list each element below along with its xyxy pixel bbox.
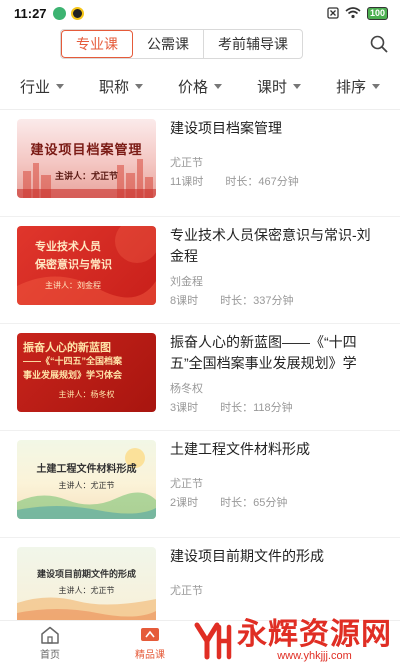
course-meta: 3课时 时长：118分钟: [170, 399, 293, 415]
course-lecturer: 尤正节: [170, 157, 203, 169]
course-duration: 时长：118分钟: [220, 402, 293, 414]
course-lecturer: 刘金程: [170, 276, 203, 288]
course-info: 土建工程文件材料形成 尤正节 2课时 时长：65分钟: [170, 439, 383, 537]
filter-label: 职称: [98, 79, 129, 96]
filter-label: 课时: [256, 79, 287, 96]
course-duration: 时长：65分钟: [220, 497, 288, 509]
course-icon: [141, 628, 159, 641]
thumb-title: 建设项目档案管理: [30, 142, 143, 157]
course-info: 专业技术人员保密意识与常识-刘金程 刘金程 8课时 时长：337分钟: [170, 225, 383, 323]
nav-home-label: 首页: [40, 650, 60, 661]
status-bar: 11:27 100: [0, 0, 400, 26]
thumb-title: ——《“十四五”全国档案: [23, 356, 123, 366]
course-item[interactable]: 土建工程文件材料形成 主讲人：尤正节 土建工程文件材料形成 尤正节 2课时 时长…: [0, 431, 400, 538]
nav-home[interactable]: 首页: [0, 621, 100, 666]
caret-down-icon: [292, 84, 301, 89]
course-thumbnail: 建设项目档案管理 主讲人：尤正节: [17, 119, 156, 198]
caret-down-icon: [56, 84, 65, 89]
filter-label: 行业: [20, 79, 51, 96]
thumb-lecturer: 主讲人：尤正节: [54, 171, 118, 181]
course-title: 专业技术人员保密意识与常识-刘金程: [170, 227, 371, 264]
course-meta: 8课时 时长：337分钟: [170, 292, 293, 308]
watermark-text: 永辉资源网: [237, 618, 392, 651]
course-meta: 11课时 时长：467分钟: [170, 173, 299, 189]
course-lecturer: 尤正节: [170, 585, 203, 597]
course-title: 振奋人心的新蓝图——《“十四五”全国档案事业发展规划》学习…: [170, 334, 357, 371]
course-info: 振奋人心的新蓝图——《“十四五”全国档案事业发展规划》学习… 杨冬权 3课时 时…: [170, 332, 383, 430]
site-watermark: 永辉资源网 www.yhkjjj.com: [193, 620, 392, 662]
filter-hours[interactable]: 课时: [257, 76, 301, 97]
course-item[interactable]: 专业技术人员 保密意识与常识 主讲人：刘金程 专业技术人员保密意识与常识-刘金程…: [0, 217, 400, 324]
course-hours: 8课时: [170, 295, 199, 307]
tab-exam-prep[interactable]: 考前辅导课: [204, 30, 302, 58]
course-thumbnail: 土建工程文件材料形成 主讲人：尤正节: [17, 440, 156, 519]
course-item[interactable]: 建设项目前期文件的形成 主讲人：尤正节 建设项目前期文件的形成 尤正节: [0, 538, 400, 620]
thumb-lecturer: 主讲人：杨冬权: [58, 390, 115, 399]
filter-label: 排序: [335, 79, 366, 96]
thumb-lecturer: 主讲人：尤正节: [58, 481, 115, 490]
nav-courses-label: 精品课: [135, 650, 165, 661]
course-meta: 2课时 时长：65分钟: [170, 494, 287, 510]
thumb-title: 建设项目前期文件的形成: [36, 569, 136, 579]
caret-down-icon: [213, 84, 222, 89]
course-item[interactable]: 建设项目档案管理 主讲人：尤正节 建设项目档案管理 尤正节 11课时 时长：46…: [0, 110, 400, 217]
course-lecturer: 杨冬权: [170, 383, 203, 395]
thumb-title: 振奋人心的新蓝图: [23, 342, 111, 354]
battery-icon: 100: [366, 6, 388, 20]
thumb-lecturer: 主讲人：刘金程: [45, 281, 101, 290]
filter-bar: 行业 职称 价格 课时 排序: [0, 64, 400, 110]
watermark-text-group: 永辉资源网 www.yhkjjj.com: [237, 618, 392, 663]
tab-public[interactable]: 公需课: [133, 30, 204, 58]
search-button[interactable]: [368, 33, 390, 55]
course-duration: 时长：467分钟: [225, 176, 299, 188]
course-thumbnail: 建设项目前期文件的形成 主讲人：尤正节: [17, 547, 156, 620]
watermark-url: www.yhkjjj.com: [277, 650, 352, 662]
thumb-title: 保密意识与常识: [35, 259, 112, 271]
city-skyline-graphic: [17, 159, 156, 198]
course-lecturer: 尤正节: [170, 478, 203, 490]
landscape-graphic: [17, 597, 156, 620]
caret-down-icon: [371, 84, 380, 89]
filter-price[interactable]: 价格: [178, 76, 222, 97]
filter-label: 价格: [177, 79, 208, 96]
filter-sort[interactable]: 排序: [336, 76, 380, 97]
category-tabs: 专业课 公需课 考前辅导课: [60, 29, 303, 59]
course-hours: 2课时: [170, 497, 199, 509]
course-title: 建设项目档案管理: [170, 120, 282, 136]
thumb-lecturer: 主讲人：尤正节: [58, 586, 115, 595]
thumb-title: 事业发展规划》学习体会: [23, 370, 123, 380]
category-tab-row: 专业课 公需课 考前辅导课: [0, 26, 400, 62]
course-thumbnail: 专业技术人员 保密意识与常识 主讲人：刘金程: [17, 226, 156, 305]
nav-courses[interactable]: 精品课: [100, 621, 200, 666]
course-list: 建设项目档案管理 主讲人：尤正节 建设项目档案管理 尤正节 11课时 时长：46…: [0, 110, 400, 620]
course-duration: 时长：337分钟: [220, 295, 294, 307]
status-time: 11:27: [14, 5, 47, 21]
course-title: 建设项目前期文件的形成: [170, 548, 324, 564]
course-hours: 11课时: [170, 176, 204, 188]
course-hours: 3课时: [170, 402, 199, 414]
course-title: 土建工程文件材料形成: [170, 441, 310, 457]
search-icon: [370, 35, 388, 53]
watermark-logo-icon: [194, 622, 232, 660]
wifi-icon: [345, 7, 361, 19]
tab-professional[interactable]: 专业课: [61, 30, 133, 58]
home-icon: [41, 626, 59, 644]
course-item[interactable]: 振奋人心的新蓝图 ——《“十四五”全国档案 事业发展规划》学习体会 主讲人：杨冬…: [0, 324, 400, 431]
qq-icon: [70, 6, 84, 20]
thumb-title: 土建工程文件材料形成: [36, 464, 137, 475]
filter-title[interactable]: 职称: [99, 76, 143, 97]
caret-down-icon: [135, 84, 143, 89]
course-info: 建设项目前期文件的形成 尤正节: [170, 546, 383, 620]
shield-icon: [52, 6, 66, 20]
sim-icon: [327, 7, 339, 19]
course-thumbnail: 振奋人心的新蓝图 ——《“十四五”全国档案 事业发展规划》学习体会 主讲人：杨冬…: [17, 333, 156, 412]
thumb-title: 专业技术人员: [35, 241, 101, 253]
course-info: 建设项目档案管理 尤正节 11课时 时长：467分钟: [170, 118, 383, 216]
filter-industry[interactable]: 行业: [20, 76, 65, 97]
